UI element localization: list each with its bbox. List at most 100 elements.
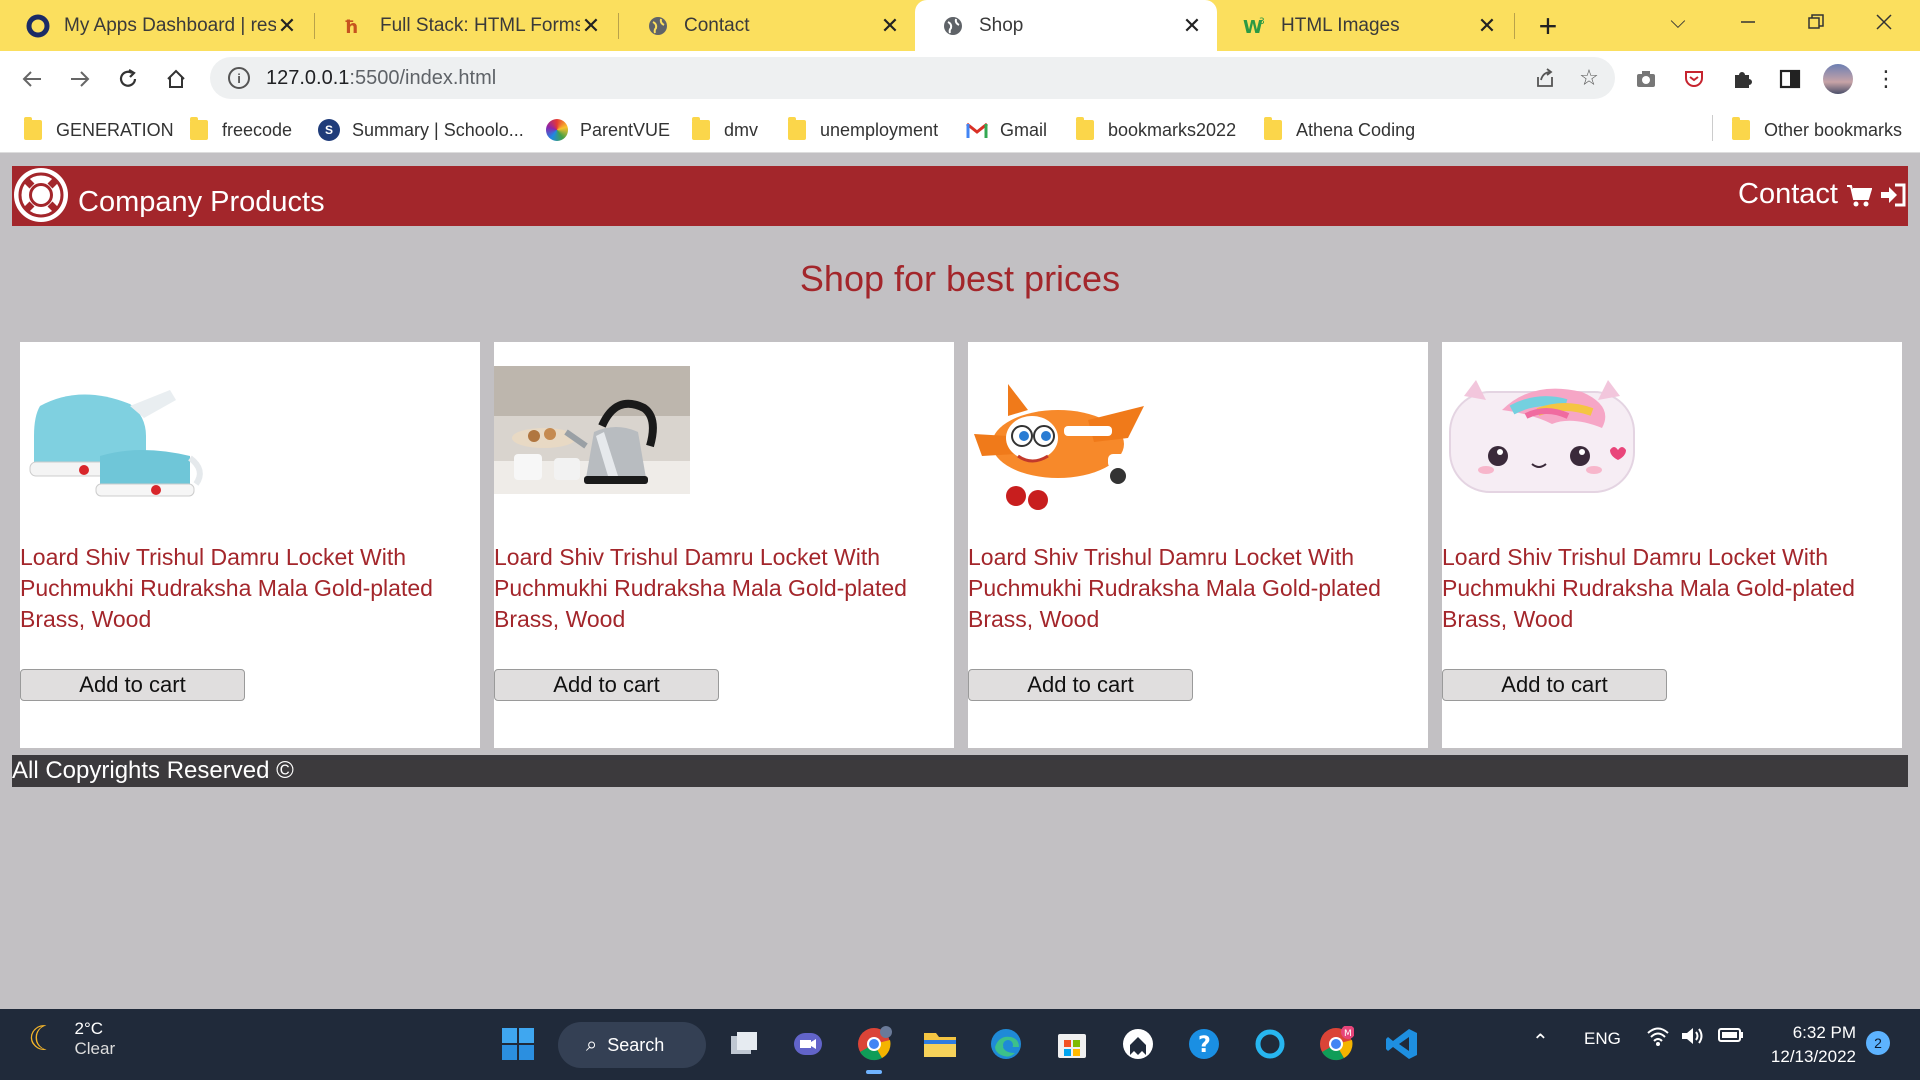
add-to-cart-button[interactable]: Add to cart	[1442, 669, 1667, 701]
add-to-cart-button[interactable]: Add to cart	[494, 669, 719, 701]
svg-text:3: 3	[1259, 17, 1265, 27]
battery-icon[interactable]	[1718, 1027, 1744, 1048]
tab-title: Contact	[684, 14, 750, 36]
product-card: Loard Shiv Trishul Damru Locket With Puc…	[1442, 342, 1902, 748]
back-button[interactable]	[14, 61, 50, 97]
bookmarks-bar: GENERATION freecode S Summary | Schoolo..…	[0, 106, 1920, 153]
system-clock[interactable]: 6:32 PM 12/13/2022	[1762, 1021, 1856, 1069]
tab-title: Shop	[979, 14, 1024, 36]
chrome-taskbar-icon[interactable]	[852, 1022, 896, 1074]
tab-close-icon[interactable]: ✕	[1181, 13, 1203, 39]
github-desktop-icon[interactable]	[1116, 1022, 1160, 1066]
folder-icon	[788, 117, 806, 140]
bookmark-generation[interactable]: GENERATION	[24, 116, 174, 144]
forward-button[interactable]	[62, 61, 98, 97]
file-explorer-icon[interactable]	[918, 1022, 962, 1066]
tab-title: HTML Images	[1281, 14, 1400, 36]
bookmark-other-bookmarks[interactable]: Other bookmarks	[1732, 116, 1902, 144]
bookmarks-divider	[1712, 115, 1713, 141]
notification-badge[interactable]: 2	[1866, 1031, 1890, 1055]
active-app-indicator	[866, 1070, 882, 1074]
bookmark-gmail[interactable]: Gmail	[966, 116, 1047, 144]
bookmark-unemployment[interactable]: unemployment	[788, 116, 938, 144]
lifebuoy-logo-icon[interactable]	[12, 166, 70, 224]
tab-contact[interactable]: Contact ✕	[620, 0, 915, 51]
bookmark-schoology[interactable]: S Summary | Schoolo...	[318, 116, 524, 144]
taskbar-search[interactable]: ⌕ Search	[558, 1022, 706, 1068]
microsoft-store-icon[interactable]	[1050, 1022, 1094, 1066]
folder-icon	[1264, 117, 1282, 140]
product-image-toy-plane	[968, 366, 1168, 516]
share-icon[interactable]	[1527, 60, 1563, 96]
camera-extension-icon[interactable]	[1628, 61, 1664, 97]
tab-close-icon[interactable]: ✕	[879, 13, 901, 39]
tab-shop[interactable]: Shop ✕	[915, 0, 1217, 51]
tab-html-images[interactable]: W3 HTML Images ✕	[1217, 0, 1512, 51]
bookmark-athena-coding[interactable]: Athena Coding	[1264, 116, 1415, 144]
bookmark-label: ParentVUE	[580, 119, 671, 140]
product-image-kettle-blue	[20, 366, 220, 516]
bookmark-bookmarks2022[interactable]: bookmarks2022	[1076, 116, 1236, 144]
more-menu-icon[interactable]: ⋮	[1868, 61, 1904, 97]
weather-temp: 2°C	[74, 1019, 104, 1038]
url-text[interactable]: 127.0.0.1:5500/index.html	[266, 67, 1527, 90]
product-name[interactable]: Loard Shiv Trishul Damru Locket With Puc…	[20, 542, 460, 635]
tab-search-chevron-icon[interactable]: ⌵	[1648, 0, 1708, 44]
show-hidden-icons-chevron-icon[interactable]: ⌃	[1532, 1029, 1549, 1054]
bookmark-label: bookmarks2022	[1108, 119, 1237, 140]
site-info-icon[interactable]: i	[228, 67, 250, 89]
pocket-extension-icon[interactable]	[1676, 61, 1712, 97]
w3schools-icon: W3	[1243, 14, 1267, 38]
chrome-profile-icon[interactable]: M	[1314, 1022, 1358, 1066]
profile-avatar[interactable]	[1820, 61, 1856, 97]
tab-html-forms[interactable]: ħ Full Stack: HTML Forms ✕	[316, 0, 616, 51]
product-name[interactable]: Loard Shiv Trishul Damru Locket With Puc…	[1442, 542, 1882, 635]
add-to-cart-button[interactable]: Add to cart	[968, 669, 1193, 701]
tab-close-icon[interactable]: ✕	[580, 13, 602, 39]
tab-divider	[314, 13, 315, 39]
start-button[interactable]	[496, 1022, 540, 1066]
edge-icon[interactable]	[984, 1022, 1028, 1066]
okta-icon	[26, 14, 50, 38]
wifi-icon[interactable]	[1646, 1025, 1670, 1052]
new-tab-button[interactable]: +	[1530, 8, 1566, 44]
globe-icon	[646, 14, 670, 38]
restore-button[interactable]	[1786, 0, 1846, 44]
help-icon[interactable]: ?	[1182, 1022, 1226, 1066]
minimize-button[interactable]	[1718, 0, 1778, 44]
nav-contact-link[interactable]: Contact	[1738, 178, 1838, 211]
tab-close-icon[interactable]: ✕	[276, 13, 298, 39]
product-name[interactable]: Loard Shiv Trishul Damru Locket With Puc…	[968, 542, 1408, 635]
cortana-icon[interactable]	[1248, 1022, 1292, 1066]
product-name[interactable]: Loard Shiv Trishul Damru Locket With Puc…	[494, 542, 934, 635]
address-bar[interactable]: i 127.0.0.1:5500/index.html ☆	[210, 57, 1615, 99]
bookmark-star-icon[interactable]: ☆	[1571, 60, 1607, 96]
side-panel-icon[interactable]	[1772, 61, 1808, 97]
svg-text:ħ: ħ	[344, 17, 358, 38]
vscode-icon[interactable]	[1380, 1022, 1424, 1066]
url-host: 127.0.0.1	[266, 66, 350, 89]
weather-widget[interactable]: ☾ 2°C Clear	[28, 1019, 115, 1059]
bookmark-label: Other bookmarks	[1764, 119, 1903, 140]
bookmark-parentvue[interactable]: ParentVUE	[546, 116, 670, 144]
volume-icon[interactable]	[1680, 1025, 1706, 1052]
bookmark-label: Summary | Schoolo...	[352, 119, 524, 140]
task-view-icon[interactable]	[722, 1022, 766, 1066]
sign-in-icon[interactable]	[1880, 183, 1906, 207]
close-window-button[interactable]	[1854, 0, 1914, 44]
cart-icon[interactable]	[1846, 183, 1872, 207]
reload-button[interactable]	[110, 61, 146, 97]
add-to-cart-button[interactable]: Add to cart	[20, 669, 245, 701]
product-card: Loard Shiv Trishul Damru Locket With Puc…	[20, 342, 480, 748]
bookmark-dmv[interactable]: dmv	[692, 116, 758, 144]
tab-my-apps[interactable]: My Apps Dashboard | resl ✕	[0, 0, 312, 51]
home-button[interactable]	[158, 61, 194, 97]
language-indicator[interactable]: ENG	[1584, 1029, 1621, 1049]
product-card: Loard Shiv Trishul Damru Locket With Puc…	[494, 342, 954, 748]
extensions-puzzle-icon[interactable]	[1724, 61, 1760, 97]
tab-close-icon[interactable]: ✕	[1476, 13, 1498, 39]
teams-chat-icon[interactable]	[786, 1022, 830, 1066]
bookmark-freecode[interactable]: freecode	[190, 116, 292, 144]
parentvue-icon	[546, 119, 568, 141]
browser-toolbar: i 127.0.0.1:5500/index.html ☆ ⋮	[0, 51, 1920, 106]
